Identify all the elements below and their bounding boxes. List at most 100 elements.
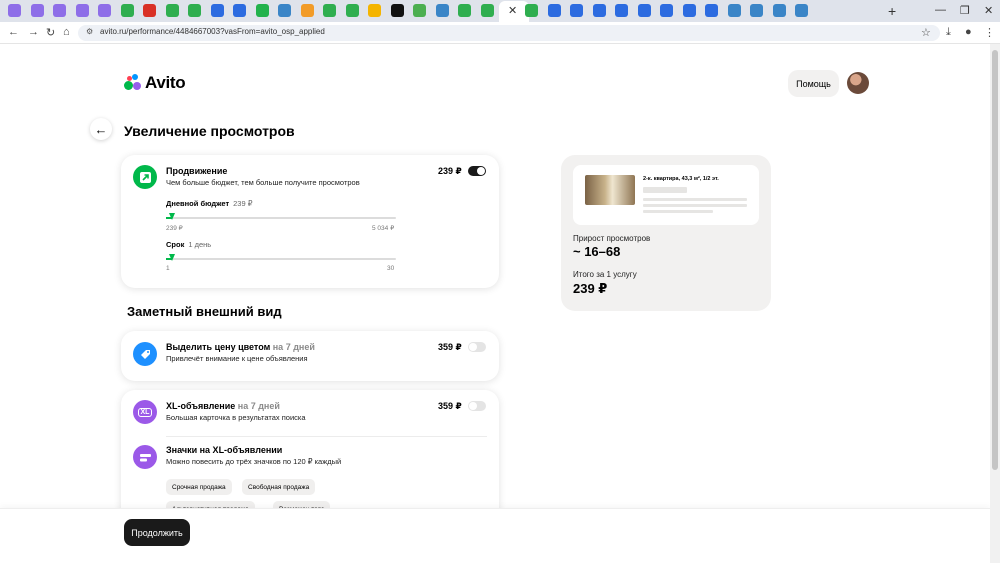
bottom-action-bar: Продолжить (0, 508, 990, 563)
highlight-price-card: Выделить цену цветом на 7 дней Привлечёт… (121, 331, 499, 381)
browser-tab-favicon[interactable] (750, 4, 763, 17)
listing-photo (585, 175, 635, 205)
browser-tab-favicon[interactable] (570, 4, 583, 17)
browser-tab-favicon[interactable] (637, 4, 651, 17)
term-label: Срок 1 день (166, 240, 212, 249)
badges-icon (133, 445, 157, 469)
listing-preview-card: 2-к. квартира, 43,3 м², 1/2 эт. (573, 165, 759, 225)
browser-menu-icon[interactable]: ⋮ (984, 26, 995, 39)
browser-tab-favicon[interactable] (682, 4, 696, 17)
close-window-icon[interactable]: ✕ (984, 4, 993, 17)
budget-slider[interactable] (166, 213, 396, 220)
browser-tab-favicon[interactable] (458, 4, 471, 17)
browser-tab-favicon[interactable] (210, 4, 224, 17)
address-bar[interactable]: ⚙ avito.ru/performance/4484667003?vasFro… (78, 25, 940, 41)
close-tab-icon[interactable]: ✕ (508, 4, 517, 17)
site-info-icon[interactable]: ⚙ (86, 27, 93, 36)
xl-subtitle: Большая карточка в результатах поиска (166, 413, 306, 422)
back-arrow-icon[interactable]: ← (90, 118, 112, 140)
help-button[interactable]: Помощь (788, 70, 839, 97)
term-max: 30 (387, 265, 395, 272)
badge-chip[interactable]: Свободная продажа (242, 479, 316, 495)
browser-tab-favicon[interactable] (368, 4, 381, 17)
scrollbar-thumb[interactable] (992, 50, 998, 470)
browser-tab-favicon[interactable] (727, 4, 741, 17)
views-growth-label: Прирост просмотров (573, 234, 651, 243)
promotion-toggle[interactable] (468, 166, 486, 176)
browser-tab-favicon[interactable] (8, 4, 21, 17)
budget-value: 239 ₽ (233, 199, 253, 208)
browser-tab-favicon[interactable] (120, 4, 134, 17)
browser-tab-strip: + — ❐ ✕ ✕ (0, 0, 1000, 22)
profile-icon[interactable]: ● (965, 26, 972, 38)
browser-tab-favicon[interactable] (323, 4, 336, 17)
browser-tab-favicon[interactable] (705, 4, 718, 17)
budget-max: 5 034 ₽ (372, 225, 395, 232)
browser-tab-favicon[interactable] (480, 4, 494, 17)
minimize-window-icon[interactable]: — (935, 4, 946, 16)
badge-chip[interactable]: Срочная продажа (166, 479, 232, 495)
bookmark-star-icon[interactable]: ☆ (921, 26, 931, 39)
listing-title: 2-к. квартира, 43,3 м², 1/2 эт. (643, 176, 719, 182)
forward-nav-icon[interactable]: → (28, 26, 39, 38)
budget-label: Дневной бюджет 239 ₽ (166, 199, 253, 208)
browser-tab-favicon[interactable] (143, 4, 156, 17)
browser-tab-favicon[interactable] (660, 4, 673, 17)
total-value: 239 ₽ (573, 281, 608, 296)
browser-tab-favicon[interactable] (188, 4, 201, 17)
highlight-duration: на 7 дней (272, 342, 315, 352)
preview-panel: 2-к. квартира, 43,3 м², 1/2 эт. Прирост … (561, 155, 771, 311)
browser-toolbar: ← → ↻ ⌂ ⚙ avito.ru/performance/448466700… (0, 22, 1000, 44)
browser-tab-favicon[interactable] (413, 4, 426, 17)
highlight-toggle[interactable] (468, 342, 486, 352)
restore-window-icon[interactable]: ❐ (960, 4, 970, 17)
highlight-title: Выделить цену цветом на 7 дней (166, 342, 315, 352)
views-growth-value: ~ 16–68 (573, 244, 621, 259)
browser-tab-favicon[interactable] (53, 4, 66, 17)
skeleton-line (643, 187, 687, 193)
term-slider[interactable] (166, 254, 396, 261)
browser-tab-favicon[interactable] (525, 4, 538, 17)
page-title: Увеличение просмотров (124, 123, 295, 139)
new-tab-button[interactable]: + (888, 3, 896, 19)
browser-tab-favicon[interactable] (345, 4, 359, 17)
back-nav-icon[interactable]: ← (8, 26, 19, 38)
browser-tab-favicon[interactable] (592, 4, 606, 17)
browser-tab-favicon[interactable] (255, 4, 269, 17)
budget-min: 239 ₽ (166, 225, 183, 232)
browser-tab-favicon[interactable] (615, 4, 628, 17)
browser-tab-favicon[interactable] (772, 4, 786, 17)
user-avatar[interactable] (847, 72, 869, 94)
home-icon[interactable]: ⌂ (63, 26, 70, 38)
skeleton-line (643, 204, 747, 207)
xl-title: XL-объявление на 7 дней (166, 401, 280, 411)
browser-tab-favicon[interactable] (233, 4, 246, 17)
browser-tab-favicon[interactable] (547, 4, 561, 17)
browser-tab-favicon[interactable] (795, 4, 808, 17)
address-url: avito.ru/performance/4484667003?vasFrom=… (100, 27, 325, 36)
highlight-price: 359 ₽ (438, 342, 462, 352)
xl-icon: XL (133, 400, 157, 424)
browser-tab-favicon[interactable] (300, 4, 314, 17)
browser-tab-favicon[interactable] (30, 4, 44, 17)
price-tag-icon (133, 342, 157, 366)
term-slider-thumb[interactable] (169, 254, 175, 261)
continue-button[interactable]: Продолжить (124, 519, 190, 546)
promotion-title: Продвижение (166, 166, 228, 176)
browser-tab-favicon[interactable] (75, 4, 89, 17)
browser-tab-favicon[interactable] (435, 4, 449, 17)
xl-toggle[interactable] (468, 401, 486, 411)
browser-tab-favicon[interactable] (390, 4, 404, 17)
browser-tab-favicon[interactable] (98, 4, 111, 17)
budget-slider-thumb[interactable] (169, 213, 175, 220)
browser-tab-favicon[interactable] (165, 4, 179, 17)
skeleton-line (643, 198, 747, 201)
highlight-subtitle: Привлечёт внимание к цене объявления (166, 354, 308, 363)
avito-logo[interactable]: Avito (124, 73, 186, 93)
reload-icon[interactable]: ↻ (46, 26, 55, 39)
download-icon[interactable]: ⤓ (946, 26, 951, 39)
browser-tab-favicon[interactable] (278, 4, 291, 17)
section-title: Заметный внешний вид (127, 304, 282, 319)
term-min: 1 (166, 265, 170, 272)
promotion-card: Продвижение Чем больше бюджет, тем больш… (121, 155, 499, 288)
